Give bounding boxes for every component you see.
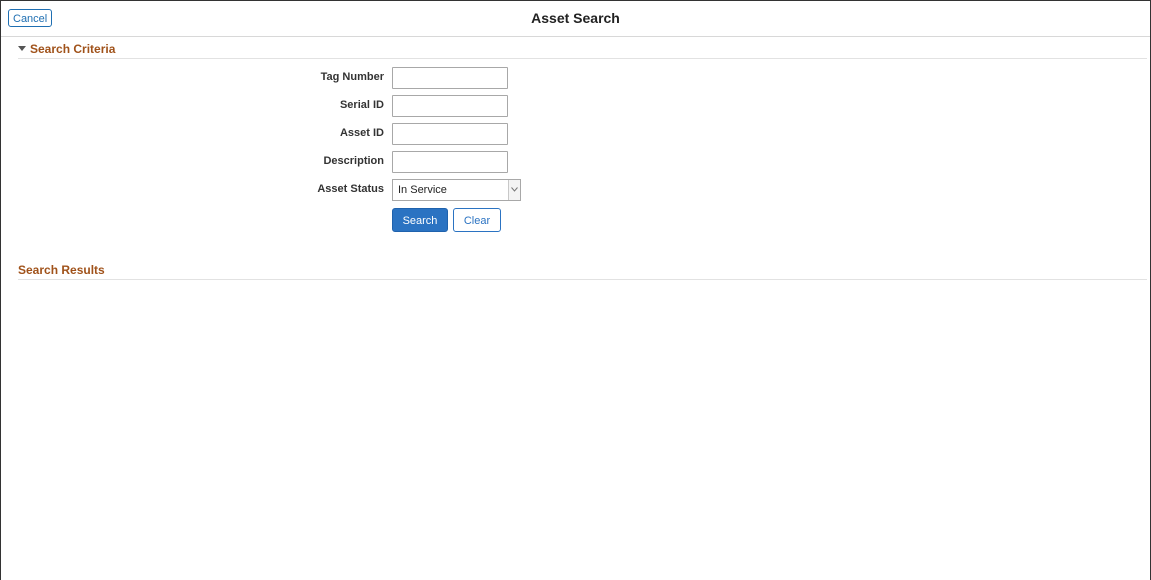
tag-number-input[interactable] [392,67,508,89]
page-header: Cancel Asset Search [1,1,1150,37]
tag-number-row: Tag Number [1,67,601,89]
serial-id-input[interactable] [392,95,508,117]
search-results-section-header: Search Results [18,263,1147,280]
search-button[interactable]: Search [392,208,448,232]
description-label: Description [323,155,384,167]
asset-id-row: Asset ID [1,123,601,145]
description-input[interactable] [392,151,508,173]
asset-id-label: Asset ID [339,127,384,139]
clear-button[interactable]: Clear [453,208,501,232]
search-criteria-section-header[interactable]: Search Criteria [18,42,1147,59]
serial-id-row: Serial ID [1,95,601,117]
asset-status-row: Asset Status In Service [1,179,601,201]
asset-status-selected-value: In Service [398,184,447,196]
asset-search-page: Cancel Asset Search Search Criteria Tag … [0,0,1151,580]
tag-number-label: Tag Number [320,71,384,83]
asset-id-input[interactable] [392,123,508,145]
serial-id-label: Serial ID [339,99,384,111]
search-results-title: Search Results [18,263,105,277]
chevron-down-icon[interactable] [508,180,520,200]
asset-status-select[interactable]: In Service [392,179,521,201]
search-criteria-title: Search Criteria [30,42,116,56]
asset-status-label: Asset Status [317,183,384,195]
collapse-caret-icon[interactable] [18,46,26,52]
description-row: Description [1,151,601,173]
page-title: Asset Search [531,10,620,26]
